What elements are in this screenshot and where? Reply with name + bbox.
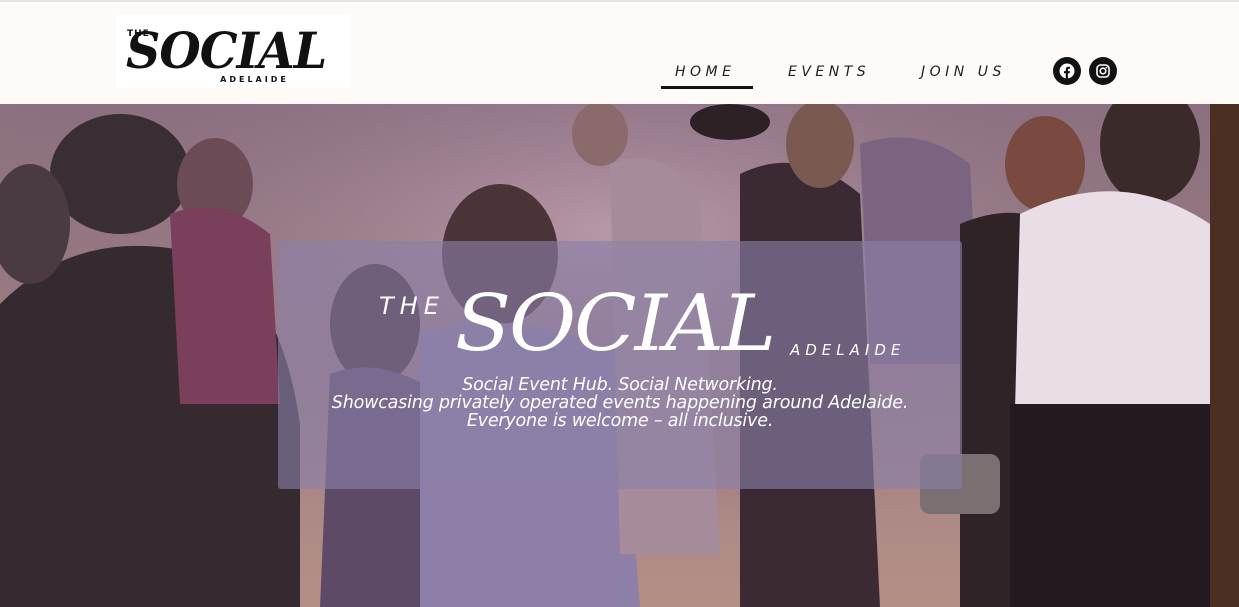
instagram-icon xyxy=(1096,64,1110,78)
hero-tagline-line: Showcasing privately operated events hap… xyxy=(331,393,909,413)
nav-item-home[interactable]: HOME xyxy=(675,64,735,80)
hero-title-the: THE xyxy=(379,292,445,320)
site-header: THE SOCIAL ADELAIDE HOME EVENTS JOIN US xyxy=(0,2,1239,104)
hero-tagline: Social Event Hub. Social Networking. Sho… xyxy=(278,376,962,430)
instagram-link[interactable] xyxy=(1089,57,1117,85)
hero-tagline-line: Social Event Hub. Social Networking. xyxy=(462,375,778,395)
facebook-link[interactable] xyxy=(1053,57,1081,85)
nav-item-events[interactable]: EVENTS xyxy=(788,64,870,80)
hero-tagline-line: Everyone is welcome – all inclusive. xyxy=(466,411,774,431)
hero-title-adelaide: ADELAIDE xyxy=(790,341,906,359)
hero-title-social: SOCIAL xyxy=(455,279,776,369)
nav-active-indicator xyxy=(661,86,753,89)
nav-item-join-us[interactable]: JOIN US xyxy=(921,64,1006,80)
facebook-icon xyxy=(1059,63,1075,79)
